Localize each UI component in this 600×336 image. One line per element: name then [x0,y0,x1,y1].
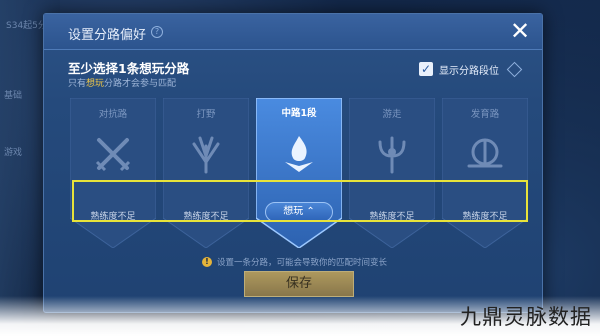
background-text: 游戏 [4,148,23,158]
show-rank-label: 显示分路段位 [439,65,499,77]
note-text: 设置一条分路，可能会导致你的匹配时间变长 [217,258,388,268]
flame-crystal-icon [285,136,313,172]
lane-name: 发育路 [470,109,500,120]
hint-highlight: 想玩 [86,79,105,89]
lane-name: 中路1段 [281,108,317,119]
dialog-subtitle: 至少选择1条想玩分路 [68,61,190,76]
claw-leaf-icon [192,136,220,174]
matching-note: ! 设置一条分路，可能会导致你的匹配时间变长 [202,256,387,268]
crossed-swords-icon [95,138,131,172]
lane-name: 对抗路 [98,109,128,120]
close-button[interactable]: ✕ [508,19,532,44]
background-text: 基础 [4,91,23,101]
lane-name: 打野 [196,109,216,120]
dialog-title-bar: 设置分路偏好 ? ✕ [44,14,542,50]
lane-preference-dialog: 设置分路偏好 ? ✕ 至少选择1条想玩分路 只有想玩分路才会参与匹配 ✓ 显示分… [43,13,543,313]
show-rank-option[interactable]: ✓ 显示分路段位 [419,61,523,77]
trident-icon [378,136,406,174]
background-text: S34起5分 [6,21,47,31]
lane-card-mid[interactable]: 中路1段 想玩 ⌃ [256,98,342,248]
hint-suffix: 分路才会参与匹配 [104,79,177,89]
hint-text: 只有想玩分路才会参与匹配 [68,76,176,89]
dialog-title: 设置分路偏好 [68,28,147,43]
lane-card-roam[interactable]: 游走 熟练度不足 [349,98,435,248]
help-icon[interactable]: ? [151,26,163,38]
show-rank-checkbox[interactable]: ✓ [419,62,433,76]
lane-card-top[interactable]: 对抗路 熟练度不足 [70,98,156,248]
watermark: 九鼎灵脉数据 [460,305,592,329]
highlight-box [72,180,528,222]
warning-icon: ! [202,257,212,267]
lane-card-bot[interactable]: 发育路 熟练度不足 [442,98,528,248]
lane-card-row: 对抗路 熟练度不足 打野 熟练度不足 中路1段 想玩 ⌃ 游走 熟练度不足 发育… [70,98,530,256]
lane-name: 游走 [382,109,402,120]
save-button[interactable]: 保存 [244,271,354,297]
hint-prefix: 只有 [68,79,87,89]
info-diamond-icon[interactable] [506,61,523,77]
lane-card-jungle[interactable]: 打野 熟练度不足 [163,98,249,248]
ring-bow-icon [467,138,503,168]
